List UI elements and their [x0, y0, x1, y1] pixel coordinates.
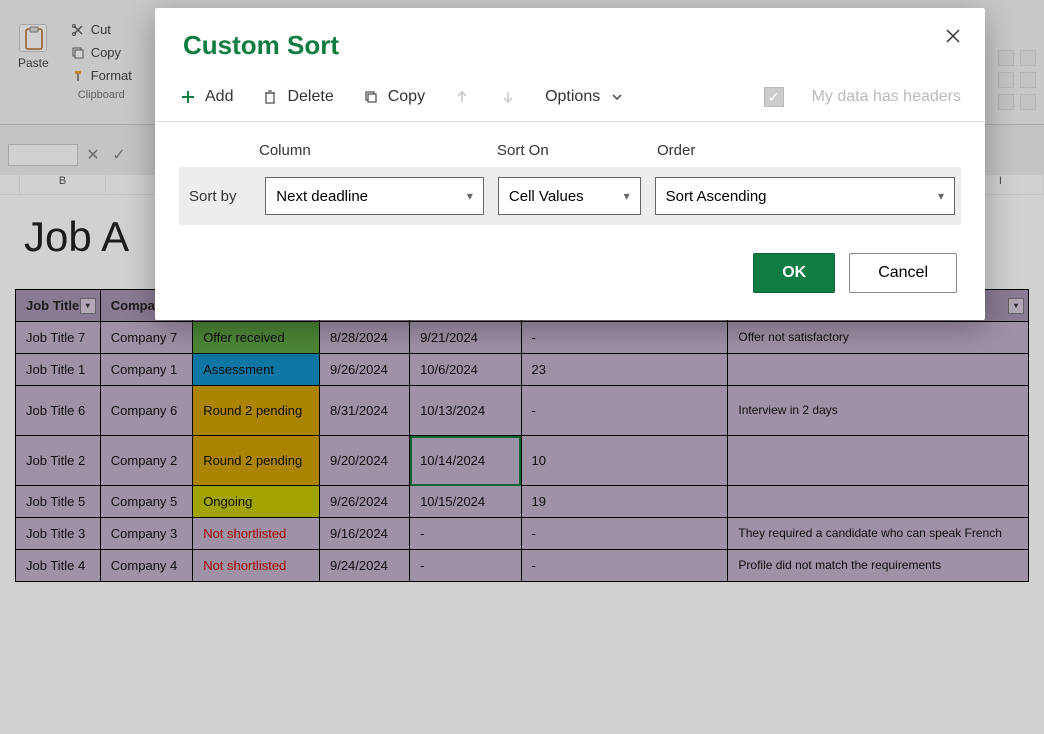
column-select-value: Next deadline: [276, 188, 368, 205]
move-up-button[interactable]: [453, 88, 471, 106]
close-icon: [946, 29, 960, 43]
add-level-button[interactable]: Add: [179, 88, 233, 106]
chevron-down-icon: ▾: [624, 189, 630, 203]
add-label: Add: [205, 88, 233, 106]
column-select[interactable]: Next deadline ▾: [265, 177, 484, 215]
plus-icon: [179, 88, 197, 106]
sortby-label: Sort by: [189, 188, 251, 205]
arrow-down-icon: [499, 88, 517, 106]
delete-label: Delete: [287, 88, 333, 106]
ok-button[interactable]: OK: [753, 253, 835, 293]
order-select[interactable]: Sort Ascending ▾: [655, 177, 955, 215]
order-select-value: Sort Ascending: [666, 188, 767, 205]
order-heading: Order: [657, 142, 957, 159]
sort-level-row: Sort by Next deadline ▾ Cell Values ▾ So…: [179, 167, 961, 225]
chevron-down-icon: ▾: [938, 189, 944, 203]
chevron-down-icon: [608, 88, 626, 106]
move-down-button[interactable]: [499, 88, 517, 106]
headers-checkbox[interactable]: ✓: [764, 87, 784, 107]
options-button[interactable]: Options: [545, 88, 626, 106]
sorton-heading: Sort On: [497, 142, 643, 159]
copy-level-button[interactable]: Copy: [362, 88, 425, 106]
sorton-select-value: Cell Values: [509, 188, 584, 205]
options-label: Options: [545, 88, 600, 106]
cancel-button[interactable]: Cancel: [849, 253, 957, 293]
custom-sort-dialog: Custom Sort Add Delete Copy Options ✓ My…: [155, 8, 985, 320]
trash-icon: [261, 88, 279, 106]
column-heading: Column: [259, 142, 483, 159]
copy-icon: [362, 88, 380, 106]
headers-label: My data has headers: [812, 88, 961, 106]
sorton-select[interactable]: Cell Values ▾: [498, 177, 641, 215]
chevron-down-icon: ▾: [467, 189, 473, 203]
delete-level-button[interactable]: Delete: [261, 88, 333, 106]
arrow-up-icon: [453, 88, 471, 106]
dialog-title: Custom Sort: [155, 8, 985, 75]
close-button[interactable]: [937, 20, 969, 52]
copy-label: Copy: [388, 88, 425, 106]
